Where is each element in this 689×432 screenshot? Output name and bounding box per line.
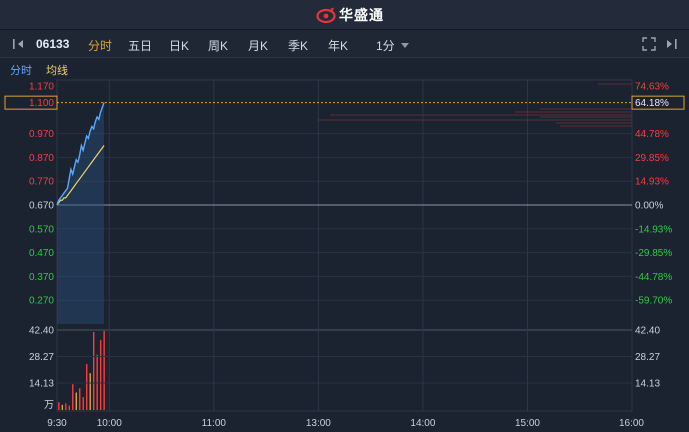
volume-tick-label-right: 42.40	[635, 326, 660, 337]
volume-bar	[89, 373, 91, 410]
chart-frame	[56, 79, 633, 412]
chart-toolbar: 06133 分时 五日 日K 周K 月K 季K 年K 1分	[0, 30, 689, 58]
volume-bar	[92, 332, 95, 410]
legend-intraday[interactable]: 分时	[10, 62, 32, 78]
price-tick-label: 0.270	[29, 296, 54, 307]
title-bar: 华盛通	[0, 0, 689, 30]
pct-tick-label: -14.93%	[635, 224, 672, 235]
time-tick-label: 9:30	[47, 418, 67, 429]
volume-bar	[96, 354, 98, 410]
pct-tick-label: 44.78%	[635, 129, 669, 140]
intraday-chart: 1.170 1.100 74.63% 64.18% 0.970 0.870 0.77…	[0, 78, 689, 432]
volume-tick-label-right: 14.13	[635, 379, 660, 390]
price-axis: 0.970 0.870 0.770 0.670 0.570 0.470 0.370 0.270	[29, 129, 54, 307]
price-tick-label: 0.370	[29, 272, 54, 283]
volume-bar	[61, 404, 64, 410]
volume-bar	[72, 384, 74, 410]
brand-name: 华盛通	[339, 7, 384, 23]
time-tick-label: 13:00	[306, 418, 331, 429]
depth-marks	[318, 83, 632, 127]
stock-code: 06133	[36, 37, 70, 51]
price-tick-label: 0.670	[29, 201, 54, 212]
legend-average[interactable]: 均线	[46, 62, 68, 78]
time-tick-label: 15:00	[515, 418, 540, 429]
price-tick-label: 0.770	[29, 177, 54, 188]
chevron-down-icon	[400, 43, 409, 48]
interval-value: 1分	[376, 39, 395, 53]
volume-bar	[65, 403, 67, 410]
intraday-chart-svg: 1.170 1.100 74.63% 64.18% 0.970 0.870 0.77…	[4, 79, 685, 429]
collapse-panel-icon[interactable]	[664, 37, 678, 51]
price-axis-top: 1.170	[29, 82, 54, 93]
tab-five-day[interactable]: 五日	[128, 37, 152, 54]
volume-bar	[79, 388, 81, 410]
price-tick-label: 0.570	[29, 224, 54, 235]
tab-monthly-k[interactable]: 月K	[248, 37, 268, 54]
volume-bar	[58, 402, 60, 410]
time-tick-label: 16:00	[619, 418, 644, 429]
price-tick-label: 0.870	[29, 153, 54, 164]
volume-bar	[75, 392, 77, 410]
collapse-sidebar-icon[interactable]	[12, 37, 26, 51]
time-grid	[108, 80, 528, 411]
brand: 华盛通	[316, 6, 384, 24]
time-tick-label: 10:00	[97, 418, 122, 429]
volume-axis: 42.40 42.40 28.27 28.27 14.13 14.13	[29, 326, 660, 390]
price-tick-label: 0.470	[29, 248, 54, 259]
tab-weekly-k[interactable]: 周K	[208, 37, 228, 54]
time-tick-label: 11:00	[202, 418, 227, 429]
pct-axis-top: 74.63%	[635, 82, 669, 93]
volume-tick-label: 42.40	[29, 326, 54, 337]
pct-tick-label: 0.00%	[635, 201, 663, 212]
volume-unit: 万	[44, 400, 54, 411]
brand-logo-icon	[316, 7, 336, 23]
time-tick-label: 14:00	[410, 418, 435, 429]
price-area	[57, 102, 105, 324]
volume-bar	[99, 340, 102, 410]
pct-tick-label: -44.78%	[635, 272, 672, 283]
current-pct-label: 64.18%	[635, 98, 669, 109]
pct-axis: 44.78% 29.85% 14.93% 0.00% -14.93% -29.85% -44…	[635, 129, 672, 307]
tab-daily-k[interactable]: 日K	[169, 37, 189, 54]
current-price-label: 1.100	[29, 98, 54, 109]
volume-bar	[103, 331, 105, 410]
pct-tick-label: -29.85%	[635, 248, 672, 259]
volume-bar	[68, 405, 70, 410]
volume-bar	[86, 364, 88, 410]
price-tick-label: 0.970	[29, 129, 54, 140]
time-axis: 9:30 10:00 11:00 13:00 14:00 15:00 16:00	[47, 418, 644, 429]
tab-intraday[interactable]: 分时	[88, 37, 112, 54]
indicator-bar: 分时 均线	[0, 58, 689, 78]
tab-quarterly-k[interactable]: 季K	[288, 37, 308, 54]
volume-tick-label-right: 28.27	[635, 352, 660, 363]
pct-tick-label: 14.93%	[635, 177, 669, 188]
volume-bars	[58, 331, 105, 410]
tab-yearly-k[interactable]: 年K	[328, 37, 348, 54]
pct-tick-label: 29.85%	[635, 153, 669, 164]
interval-dropdown[interactable]: 1分	[376, 37, 409, 54]
pct-tick-label: -59.70%	[635, 296, 672, 307]
volume-tick-label: 28.27	[29, 352, 54, 363]
volume-tick-label: 14.13	[29, 379, 54, 390]
volume-bar	[82, 397, 84, 410]
price-grid	[57, 133, 632, 301]
fullscreen-icon[interactable]	[642, 37, 656, 51]
